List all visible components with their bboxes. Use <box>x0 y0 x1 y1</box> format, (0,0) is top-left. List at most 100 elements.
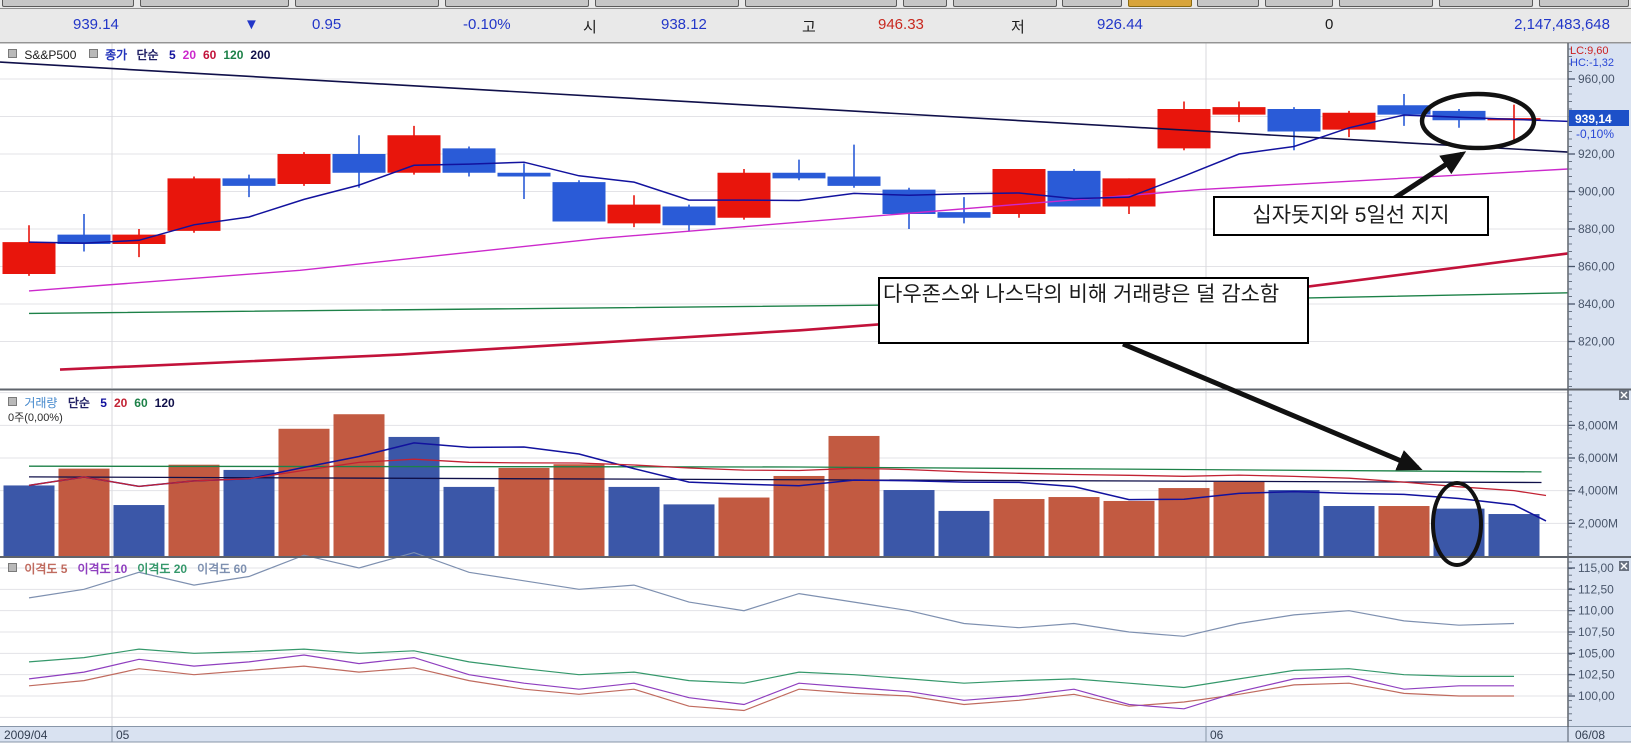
candle-body <box>993 169 1046 214</box>
ma120-line <box>29 293 1568 314</box>
candle-body <box>1433 111 1486 120</box>
axis-tick-label: 2,000M <box>1578 516 1618 530</box>
main-chart-legend: S&&P500 종가 단순 52060120200 <box>8 46 270 63</box>
axis-tick-label: 4,000M <box>1578 484 1618 498</box>
hc-value: HC:-1,32 <box>1570 57 1614 69</box>
legend-ma-label: 단순 <box>68 396 90 410</box>
candle-body <box>773 173 826 179</box>
legend-period: 20 <box>114 396 127 410</box>
volume-bar <box>719 498 770 556</box>
disparity-legend-item: 이격도 60 <box>197 562 247 576</box>
legend-period: 60 <box>134 396 147 410</box>
volume-bar <box>1379 506 1430 556</box>
legend-marker-icon <box>8 49 17 58</box>
annotation-circle-doji[interactable] <box>1422 94 1534 148</box>
disparity-legend-item: 이격도 10 <box>77 562 127 576</box>
disparity-legend-item: 이격도 5 <box>24 562 67 576</box>
axis-tick-label: 920,00 <box>1578 147 1615 161</box>
disparity-line-1 <box>29 666 1514 710</box>
volume-bar <box>334 414 385 556</box>
time-axis-label: 2009/04 <box>4 728 48 742</box>
disparity-line-3 <box>29 649 1514 687</box>
symbol-name: S&&P500 <box>24 48 76 62</box>
volume-bar <box>499 468 550 556</box>
disparity-legend-item: 이격도 20 <box>137 562 187 576</box>
volume-bar <box>279 429 330 556</box>
price-tag-pct: -0,10% <box>1576 127 1614 141</box>
time-axis-band <box>0 727 1631 742</box>
axis-tick-label: 860,00 <box>1578 260 1615 274</box>
volume-bar <box>1049 497 1100 556</box>
volume-bar <box>939 511 990 556</box>
candle-body <box>1213 107 1266 115</box>
candle-body <box>113 235 166 244</box>
legend-ma-periods: 52060120200 <box>162 48 270 62</box>
candle-body <box>608 205 661 224</box>
candle-body <box>1268 109 1321 132</box>
candle-body <box>1103 178 1156 206</box>
candle-body <box>498 173 551 177</box>
candle-body <box>223 178 276 186</box>
candle-body <box>278 154 331 184</box>
volume-legend-title: 거래량 <box>24 396 57 410</box>
axis-tick-label: 105,00 <box>1578 646 1615 660</box>
volume-sub-label: 0주(0,00%) <box>8 409 63 425</box>
axis-tick-label: 880,00 <box>1578 222 1615 236</box>
axis-tick-label: 115,00 <box>1578 561 1614 575</box>
axis-tick-label: 820,00 <box>1578 335 1615 349</box>
legend-period: 5 <box>169 48 176 62</box>
axis-tick-label: 112,50 <box>1578 582 1614 596</box>
time-axis-label: 05 <box>116 728 130 742</box>
axis-tick-label: 8,000M <box>1578 418 1618 432</box>
chart-canvas: 960,00 920,00 900,00 880,00 860,00 840,00 820,… <box>0 0 1631 745</box>
legend-period: 20 <box>183 48 196 62</box>
volume-bar <box>1489 514 1540 556</box>
volume-bar <box>774 476 825 556</box>
legend-marker-icon <box>8 397 17 406</box>
disparity-legend-items: 이격도 5 이격도 10 이격도 20 이격도 60 <box>24 562 257 576</box>
candle-body <box>168 178 221 231</box>
volume-bar <box>994 499 1045 556</box>
candle-body <box>938 212 991 218</box>
volume-bar <box>664 504 715 556</box>
legend-period: 200 <box>250 48 270 62</box>
volume-bar <box>114 505 165 556</box>
volume-bar <box>389 437 440 556</box>
legend-ma-label: 단순 <box>137 48 159 62</box>
annotation-box-doji[interactable]: 십자돗지와 5일선 지지 <box>1213 196 1489 236</box>
volume-bar <box>1269 490 1320 556</box>
legend-marker-icon <box>8 563 17 572</box>
axis-tick-label: 102,50 <box>1578 668 1615 682</box>
volume-bar <box>4 485 55 556</box>
candle-body <box>553 182 606 221</box>
axis-tick-label: 900,00 <box>1578 185 1615 199</box>
axis-tick-label: 960,00 <box>1578 72 1615 86</box>
volume-bar <box>829 436 880 556</box>
volume-bar <box>224 470 275 556</box>
legend-period: 60 <box>203 48 216 62</box>
annotation-arrow-volume[interactable] <box>1123 344 1418 468</box>
candle-body <box>3 242 56 274</box>
volume-bar <box>1324 506 1375 556</box>
legend-period: 5 <box>100 396 107 410</box>
disparity-legend: 이격도 5 이격도 10 이격도 20 이격도 60 <box>8 560 257 577</box>
volume-bar <box>554 464 605 556</box>
volume-bar <box>169 465 220 556</box>
volume-bar <box>1159 488 1210 556</box>
disparity-line-2 <box>29 655 1514 709</box>
volume-bar <box>59 469 110 556</box>
candle-body <box>883 190 936 214</box>
lc-value: LC:9,60 <box>1570 45 1609 57</box>
price-tag-value: 939,14 <box>1575 112 1612 126</box>
candle-body <box>828 177 881 186</box>
candle-body <box>443 148 496 172</box>
candle-body <box>663 207 716 226</box>
axis-tick-label: 100,00 <box>1578 689 1615 703</box>
axis-tick-label: 110,00 <box>1578 604 1614 618</box>
volume-bar <box>884 490 935 556</box>
annotation-box-volume[interactable]: 다우존스와 나스닥의 비해 거래량은 덜 감소함 <box>878 277 1309 344</box>
legend-price-label: 종가 <box>105 48 127 62</box>
candle-body <box>388 135 441 173</box>
volume-bar <box>444 487 495 556</box>
axis-tick-label: 840,00 <box>1578 297 1615 311</box>
